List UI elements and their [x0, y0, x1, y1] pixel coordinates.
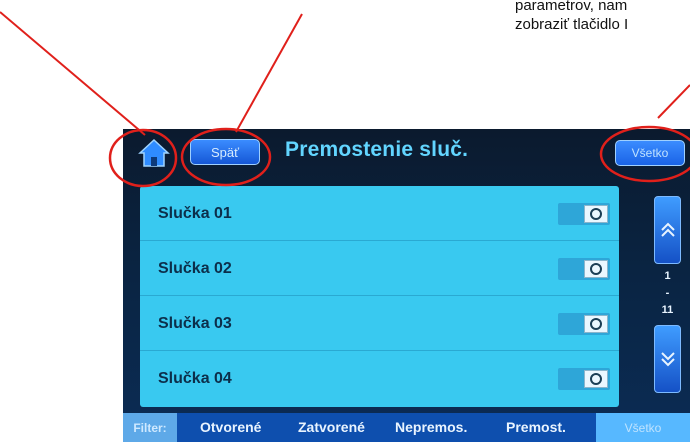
loop-label: Slučka 01 [158, 205, 232, 222]
filter-open[interactable]: Otvorené [200, 413, 261, 442]
list-item[interactable]: Slučka 03 [140, 296, 619, 351]
filter-all[interactable]: Všetko [596, 413, 690, 442]
toggle-knob-icon [584, 205, 608, 223]
top-bar: Späť Premostenie sluč. Všetko [123, 129, 690, 181]
list-item[interactable]: Slučka 04 [140, 351, 619, 406]
filter-bypassed[interactable]: Premost. [506, 413, 566, 442]
scroll-down-button[interactable] [654, 325, 681, 393]
bypass-toggle[interactable] [558, 313, 610, 335]
toggle-knob-icon [584, 260, 608, 278]
all-button[interactable]: Všetko [615, 140, 685, 166]
toggle-knob-icon [584, 370, 608, 388]
scroll-up-button[interactable] [654, 196, 681, 264]
loop-list: Slučka 01 Slučka 02 Slučka 03 Slučka 04 [140, 186, 619, 407]
bypass-toggle[interactable] [558, 258, 610, 280]
annotation-caption: parametrov, nam zobraziť tlačidlo I [515, 0, 690, 34]
list-item[interactable]: Slučka 02 [140, 241, 619, 296]
page-separator: - [665, 287, 670, 299]
annotation-line-right [657, 84, 690, 119]
toggle-knob-icon [584, 315, 608, 333]
home-button[interactable] [136, 137, 172, 169]
filter-not-bypassed[interactable]: Nepremos. [395, 413, 467, 442]
page-title: Premostenie sluč. [285, 138, 469, 161]
list-item[interactable]: Slučka 01 [140, 186, 619, 241]
back-button[interactable]: Späť [190, 139, 260, 165]
page-current: 1 [664, 270, 671, 282]
loop-label: Slučka 02 [158, 260, 232, 277]
filter-label: Filter: [123, 413, 177, 442]
home-icon [138, 138, 170, 167]
bypass-toggle[interactable] [558, 203, 610, 225]
annotation-line-left [0, 11, 146, 136]
page-total: 11 [661, 304, 674, 316]
bypass-toggle[interactable] [558, 368, 610, 390]
double-chevron-up-icon [660, 222, 675, 237]
loop-label: Slučka 03 [158, 315, 232, 332]
annotation-line-1: parametrov, nam [515, 0, 628, 14]
annotation-line-middle [235, 13, 303, 133]
device-screen: Späť Premostenie sluč. Všetko Slučka 01 … [123, 129, 690, 442]
double-chevron-down-icon [660, 352, 675, 367]
annotation-line-2: zobraziť tlačidlo I [515, 16, 629, 33]
filter-closed[interactable]: Zatvorené [298, 413, 365, 442]
loop-label: Slučka 04 [158, 370, 232, 387]
filter-bar: Filter: Otvorené Zatvorené Nepremos. Pre… [123, 413, 690, 442]
